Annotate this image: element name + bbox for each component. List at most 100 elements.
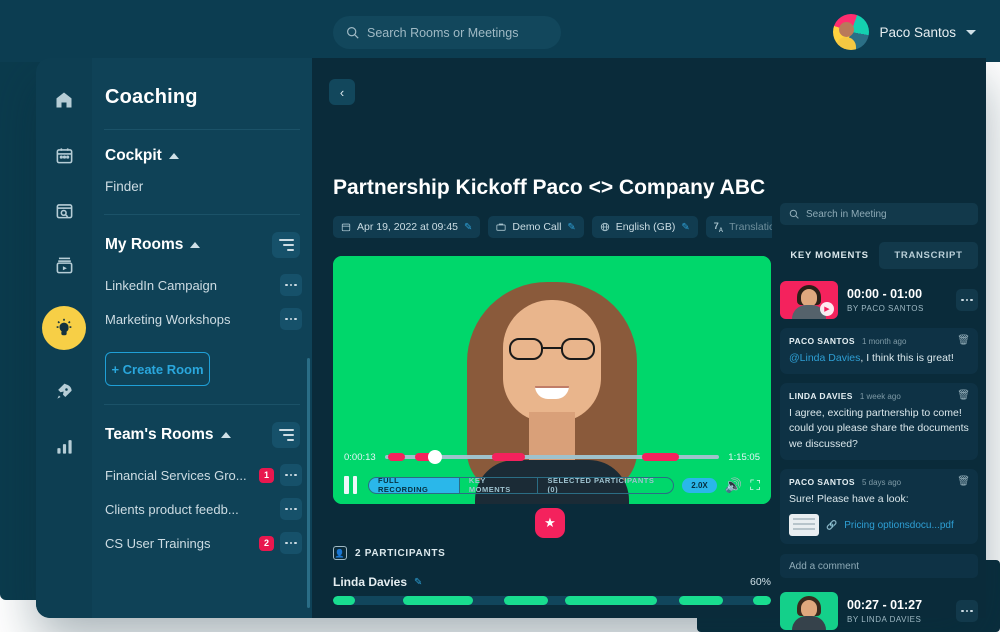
room-name: Financial Services Gro... bbox=[105, 467, 247, 483]
unread-badge: 1 bbox=[259, 467, 274, 483]
edit-pencil-icon[interactable]: ✎ bbox=[567, 222, 575, 233]
app-screenshot: Search Rooms or Meetings Paco Santos Coa… bbox=[0, 0, 1000, 632]
attachment-filename[interactable]: Pricing optionsdocu...pdf bbox=[844, 520, 954, 531]
chevron-up-icon bbox=[168, 153, 179, 159]
comment-item: 🗑 PACO SANTOS 1 month ago @Linda Davies,… bbox=[780, 328, 978, 375]
comment-item: 🗑 LINDA DAVIES 1 week ago I agree, excit… bbox=[780, 383, 978, 460]
sidebar-section-label: My Rooms bbox=[105, 236, 184, 253]
user-menu[interactable]: Paco Santos bbox=[833, 14, 976, 50]
room-options-button[interactable] bbox=[280, 274, 302, 296]
video-library-icon[interactable] bbox=[50, 251, 78, 279]
participants-panel: 👤 2 PARTICIPANTS Linda Davies ✎ 60% bbox=[333, 546, 771, 618]
moment-options-button[interactable] bbox=[956, 289, 978, 311]
lightbulb-coaching-icon[interactable] bbox=[42, 306, 86, 350]
star-icon[interactable]: ★ bbox=[535, 508, 565, 538]
sidebar-item-clients-product-feedback[interactable]: Clients product feedb... bbox=[92, 492, 312, 526]
total-time: 1:15:05 bbox=[728, 451, 760, 463]
comment-body: , I think this is great! bbox=[860, 352, 954, 364]
participants-header: 👤 2 PARTICIPANTS bbox=[333, 546, 771, 560]
chip-label: Demo Call bbox=[512, 221, 562, 233]
comment-mention[interactable]: @Linda Davies bbox=[789, 352, 860, 364]
chip-call-type[interactable]: Demo Call ✎ bbox=[488, 216, 584, 238]
chip-date[interactable]: Apr 19, 2022 at 09:45 ✎ bbox=[333, 216, 481, 238]
sidebar-section-cockpit[interactable]: Cockpit bbox=[92, 130, 312, 165]
chevron-up-icon bbox=[190, 242, 201, 248]
calendar-icon[interactable] bbox=[50, 141, 78, 169]
sidebar-item-linkedin-campaign[interactable]: LinkedIn Campaign bbox=[92, 268, 312, 302]
chevron-down-icon bbox=[966, 29, 976, 35]
edit-pencil-icon[interactable]: ✎ bbox=[464, 222, 472, 233]
sidebar-item-cs-user-trainings[interactable]: CS User Trainings 2 bbox=[92, 526, 312, 560]
marker-segment bbox=[642, 453, 680, 461]
video-controls: 0:00:13 1:15:05 FULL RECORDING KEY MOMEN… bbox=[333, 445, 771, 504]
chip-label: English (GB) bbox=[615, 221, 676, 233]
moment-time: 00:27 - 01:27 bbox=[847, 598, 923, 613]
back-button[interactable]: ‹ bbox=[329, 79, 355, 105]
sidebar-item-financial-services[interactable]: Financial Services Gro... 1 bbox=[92, 458, 312, 492]
pause-icon[interactable] bbox=[344, 476, 360, 494]
participant-percent: 60% bbox=[749, 576, 771, 588]
comment-text: @Linda Davies, I think this is great! bbox=[789, 351, 969, 366]
globe-icon bbox=[600, 222, 609, 232]
avatar bbox=[833, 14, 870, 50]
volume-icon[interactable]: 🔊 bbox=[725, 477, 742, 494]
room-options-button[interactable] bbox=[280, 498, 302, 520]
sidebar-scrollbar[interactable] bbox=[307, 358, 310, 608]
add-comment-placeholder: Add a comment bbox=[789, 560, 860, 572]
search-input[interactable]: Search Rooms or Meetings bbox=[333, 16, 561, 49]
panel-tabs: KEY MOMENTS TRANSCRIPT bbox=[780, 242, 978, 269]
mode-full-recording[interactable]: FULL RECORDING bbox=[369, 477, 460, 493]
analytics-icon[interactable] bbox=[50, 432, 78, 460]
meeting-title-text: Partnership Kickoff Paco <> Company ABC bbox=[333, 176, 766, 199]
play-icon[interactable]: ▶ bbox=[820, 302, 834, 316]
moment-options-button[interactable] bbox=[956, 600, 978, 623]
sort-button[interactable] bbox=[272, 232, 300, 258]
fullscreen-icon[interactable]: ⛶ bbox=[750, 477, 760, 494]
key-moment-item[interactable]: ▶ 00:00 - 01:00 BY PACO SANTOS bbox=[780, 281, 978, 319]
home-icon[interactable] bbox=[50, 86, 78, 114]
create-room-button[interactable]: + Create Room bbox=[105, 352, 210, 386]
progress-track[interactable] bbox=[384, 450, 720, 464]
participants-count-label: 2 PARTICIPANTS bbox=[355, 547, 446, 559]
comment-attachment[interactable]: 🔗 Pricing optionsdocu...pdf bbox=[789, 514, 969, 537]
tab-key-moments[interactable]: KEY MOMENTS bbox=[780, 242, 879, 269]
chip-language[interactable]: English (GB) ✎ bbox=[591, 216, 698, 238]
search-placeholder: Search Rooms or Meetings bbox=[367, 25, 519, 40]
add-comment-input[interactable]: Add a comment bbox=[780, 554, 978, 579]
room-options-button[interactable] bbox=[280, 532, 302, 554]
user-name: Paco Santos bbox=[879, 24, 956, 40]
video-player[interactable]: 0:00:13 1:15:05 FULL RECORDING KEY MOMEN… bbox=[333, 256, 771, 504]
trash-icon[interactable]: 🗑 bbox=[957, 335, 970, 346]
trash-icon[interactable]: 🗑 bbox=[957, 390, 970, 401]
room-options-button[interactable] bbox=[280, 464, 302, 486]
sidebar-item-marketing-workshops[interactable]: Marketing Workshops bbox=[92, 302, 312, 336]
tab-transcript[interactable]: TRANSCRIPT bbox=[879, 242, 978, 269]
key-moment-item[interactable]: 00:27 - 01:27 BY LINDA DAVIES bbox=[780, 592, 978, 631]
playback-speed-button[interactable]: 2.0X bbox=[682, 477, 717, 493]
comment-timestamp: 1 week ago bbox=[859, 392, 901, 402]
sidebar-section-label: Cockpit bbox=[105, 147, 162, 164]
trash-icon[interactable]: 🗑 bbox=[957, 476, 970, 487]
briefcase-icon bbox=[496, 223, 506, 231]
sidebar-section-teams-rooms[interactable]: Team's Rooms bbox=[92, 405, 312, 448]
rocket-icon[interactable] bbox=[50, 377, 78, 405]
moment-author: BY LINDA DAVIES bbox=[847, 615, 922, 625]
edit-pencil-icon[interactable]: ✎ bbox=[414, 577, 422, 588]
comment-author: PACO SANTOS bbox=[789, 476, 855, 487]
marker-segment bbox=[388, 453, 405, 461]
edit-pencil-icon[interactable]: ✎ bbox=[681, 222, 689, 233]
participant-row: Linda Davies ✎ 60% bbox=[333, 575, 771, 605]
marker-segment bbox=[491, 453, 526, 461]
room-options-button[interactable] bbox=[280, 308, 302, 330]
comment-timestamp: 5 days ago bbox=[861, 477, 902, 487]
sidebar-section-my-rooms[interactable]: My Rooms bbox=[92, 215, 312, 258]
mode-selected-participants[interactable]: SELECTED PARTICIPANTS (0) bbox=[538, 478, 673, 493]
sort-button[interactable] bbox=[272, 422, 300, 448]
progress-knob[interactable] bbox=[428, 450, 443, 464]
calendar-search-icon[interactable] bbox=[50, 196, 78, 224]
sidebar-item-finder[interactable]: Finder bbox=[92, 165, 312, 194]
mode-key-moments[interactable]: KEY MOMENTS bbox=[460, 477, 539, 493]
meeting-search-input[interactable]: Search in Meeting bbox=[780, 203, 978, 225]
page-title: Partnership Kickoff Paco <> Company ABC✎ bbox=[333, 176, 782, 200]
translate-icon: 7A bbox=[713, 220, 724, 234]
